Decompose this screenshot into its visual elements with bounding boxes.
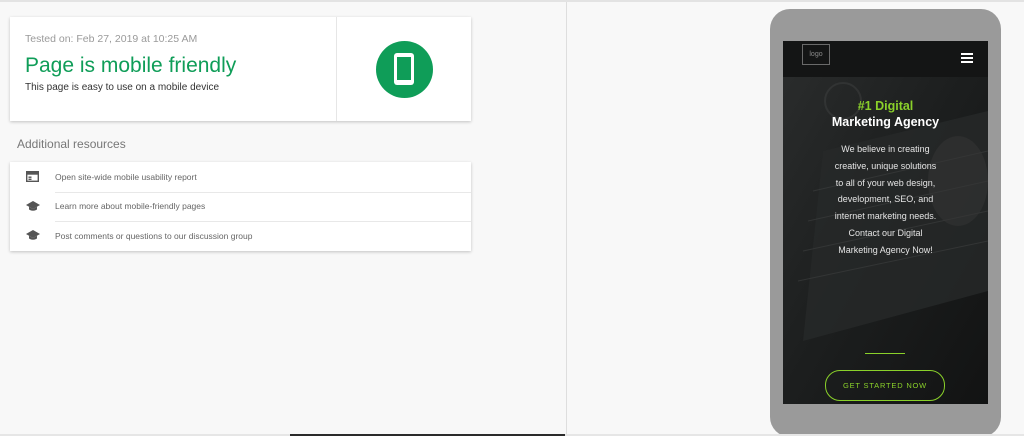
mobile-preview-pane: logo #1 Digital Marketing Agency We beli… — [566, 2, 1024, 436]
hero-title: Marketing Agency — [831, 115, 940, 129]
phone-frame: logo #1 Digital Marketing Agency We beli… — [770, 9, 1001, 436]
school-icon — [25, 230, 40, 241]
resource-item-learn-more[interactable]: Learn more about mobile-friendly pages — [10, 191, 471, 222]
hero-body-text: We believe in creating creative, unique … — [834, 144, 937, 255]
mobile-friendly-badge — [375, 40, 433, 98]
get-started-button[interactable]: GET STARTED NOW — [825, 370, 945, 401]
site-header: logo — [783, 41, 988, 77]
resource-label: Open site-wide mobile usability report — [55, 171, 197, 182]
result-summary: Tested on: Feb 27, 2019 at 10:25 AM Page… — [10, 17, 337, 121]
results-pane: Tested on: Feb 27, 2019 at 10:25 AM Page… — [0, 2, 566, 434]
hero-divider — [865, 353, 905, 354]
result-card: Tested on: Feb 27, 2019 at 10:25 AM Page… — [10, 17, 471, 121]
resource-label: Post comments or questions to our discus… — [55, 230, 253, 241]
resource-label: Learn more about mobile-friendly pages — [55, 201, 206, 212]
result-icon-area — [337, 17, 471, 121]
tested-on-timestamp: Tested on: Feb 27, 2019 at 10:25 AM — [25, 33, 198, 45]
school-icon — [25, 200, 40, 211]
resource-item-discussion-group[interactable]: Post comments or questions to our discus… — [10, 221, 471, 251]
report-icon — [26, 171, 39, 183]
hamburger-menu-icon[interactable] — [961, 53, 973, 65]
rendered-page-screenshot[interactable]: logo #1 Digital Marketing Agency We beli… — [783, 41, 988, 404]
additional-resources-heading: Additional resources — [17, 137, 126, 151]
result-description: This page is easy to use on a mobile dev… — [25, 82, 219, 93]
smartphone-icon — [394, 53, 414, 85]
hero-accent-title: #1 Digital — [857, 99, 914, 113]
resources-list: Open site-wide mobile usability report L… — [10, 162, 471, 251]
resource-item-usability-report[interactable]: Open site-wide mobile usability report — [10, 162, 471, 192]
result-title: Page is mobile friendly — [25, 54, 237, 77]
site-logo: logo — [802, 44, 830, 65]
